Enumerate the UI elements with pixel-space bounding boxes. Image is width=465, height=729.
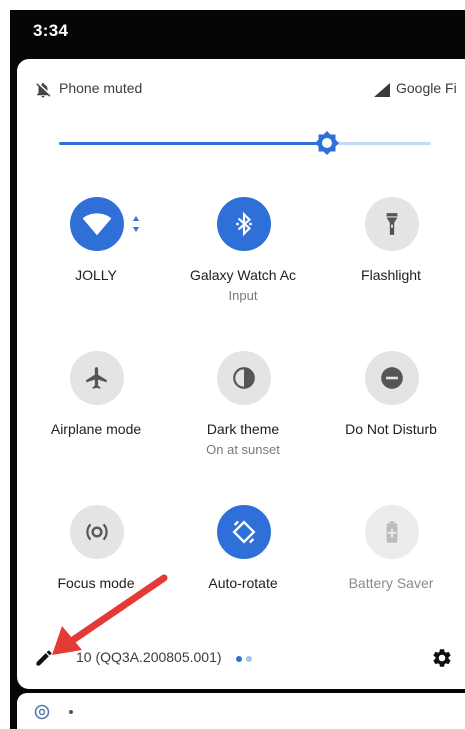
page-dot-inactive — [246, 656, 252, 662]
brightness-thumb-icon[interactable] — [314, 130, 340, 156]
auto-rotate-icon — [232, 520, 256, 544]
airplane-icon — [86, 367, 107, 389]
tile-bluetooth[interactable]: Galaxy Watch Ac Input — [169, 197, 317, 317]
tile-dark-theme-sublabel: On at sunset — [206, 442, 280, 457]
tile-battery-saver-label: Battery Saver — [348, 575, 434, 591]
status-bar-time: 3:34 — [33, 21, 69, 40]
page-indicator — [236, 656, 252, 662]
wifi-icon — [82, 213, 112, 236]
do-not-disturb-icon — [381, 367, 403, 389]
flashlight-icon — [386, 213, 398, 235]
wifi-data-arrows-icon — [133, 216, 139, 232]
tile-battery-saver-button[interactable] — [365, 505, 419, 559]
tile-dnd-label: Do Not Disturb — [345, 421, 437, 437]
tile-bluetooth-button[interactable] — [217, 197, 271, 251]
tile-flashlight[interactable]: Flashlight — [317, 197, 465, 317]
tile-auto-rotate-label: Auto-rotate — [208, 575, 278, 591]
tile-dark-theme-label: Dark theme — [206, 421, 280, 437]
carrier-name: Google Fi — [396, 80, 457, 96]
brightness-slider[interactable] — [59, 131, 431, 155]
gear-icon[interactable] — [431, 647, 453, 669]
tile-battery-saver[interactable]: Battery Saver — [317, 505, 465, 625]
red-arrow-annotation-icon — [52, 574, 168, 655]
tile-dark-theme[interactable]: Dark theme On at sunset — [169, 351, 317, 471]
tile-do-not-disturb[interactable]: Do Not Disturb — [317, 351, 465, 471]
notification-separator-dot — [69, 710, 73, 714]
tile-wifi-label: JOLLY — [75, 267, 117, 283]
tile-dnd-button[interactable] — [365, 351, 419, 405]
tile-auto-rotate-button[interactable] — [217, 505, 271, 559]
tile-bluetooth-label: Galaxy Watch Ac — [189, 267, 297, 283]
notification-row[interactable] — [17, 693, 465, 729]
tile-airplane-label: Airplane mode — [50, 421, 142, 437]
tile-focus-mode-button[interactable] — [70, 505, 124, 559]
tile-bluetooth-sublabel: Input — [228, 288, 258, 303]
tile-wifi[interactable]: JOLLY — [22, 197, 170, 317]
tile-wifi-button[interactable] — [70, 197, 124, 251]
bluetooth-icon — [236, 211, 252, 237]
cell-signal-icon — [374, 83, 390, 97]
brightness-fill — [59, 142, 327, 145]
tile-flashlight-button[interactable] — [365, 197, 419, 251]
dark-theme-icon — [233, 367, 255, 389]
notification-app-icon — [34, 704, 50, 720]
tile-airplane[interactable]: Airplane mode — [22, 351, 170, 471]
battery-saver-icon — [386, 521, 398, 543]
focus-mode-icon — [86, 523, 108, 541]
ringer-status-text: Phone muted — [59, 80, 143, 96]
tile-flashlight-label: Flashlight — [361, 267, 421, 283]
bell-off-icon — [36, 82, 51, 98]
page-dot-active — [236, 656, 242, 662]
tile-dark-theme-button[interactable] — [217, 351, 271, 405]
tile-airplane-button[interactable] — [70, 351, 124, 405]
quick-settings-header: Phone muted Google Fi — [17, 79, 465, 103]
tile-auto-rotate[interactable]: Auto-rotate — [169, 505, 317, 625]
